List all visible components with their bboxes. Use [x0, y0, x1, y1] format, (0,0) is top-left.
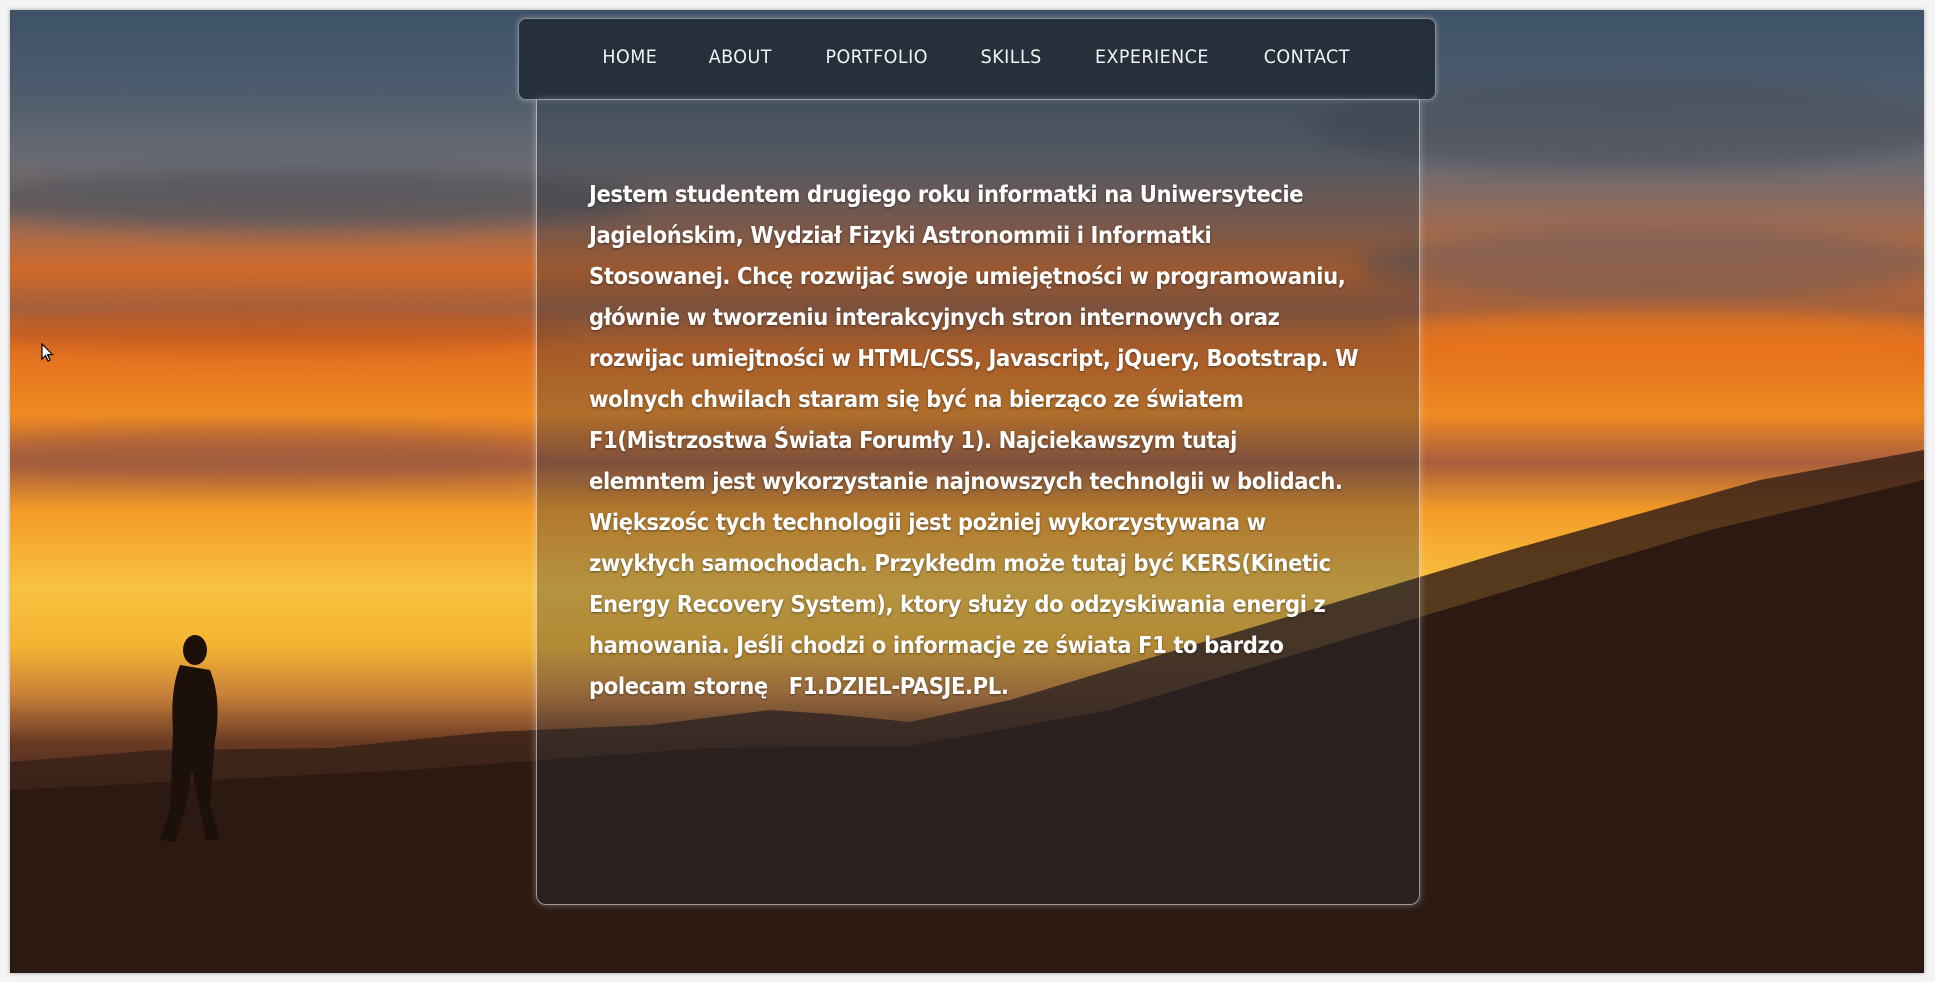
nav-link-about[interactable]: ABOUT [709, 46, 772, 68]
nav-link-skills[interactable]: SKILLS [981, 46, 1042, 68]
main-navbar: HOME ABOUT PORTFOLIO SKILLS EXPERIENCE C… [518, 18, 1436, 100]
browser-frame: HOME ABOUT PORTFOLIO SKILLS EXPERIENCE C… [0, 0, 1935, 982]
about-paragraph: Jestem studentem drugiego roku informatk… [589, 180, 1359, 700]
nav-link-experience[interactable]: EXPERIENCE [1095, 46, 1209, 68]
nav-link-home[interactable]: HOME [603, 46, 658, 68]
about-text: Jestem studentem drugiego roku informatk… [589, 174, 1359, 707]
about-panel: Jestem studentem drugiego roku informatk… [536, 100, 1420, 905]
background-sunset-photo: HOME ABOUT PORTFOLIO SKILLS EXPERIENCE C… [10, 10, 1924, 973]
mouse-cursor-icon [41, 343, 54, 362]
about-end-punct: . [1000, 672, 1009, 700]
nav-link-portfolio[interactable]: PORTFOLIO [825, 46, 927, 68]
f1-site-link[interactable]: F1.DZIEL-PASJE.PL [789, 672, 1001, 700]
nav-link-contact[interactable]: CONTACT [1264, 46, 1350, 68]
